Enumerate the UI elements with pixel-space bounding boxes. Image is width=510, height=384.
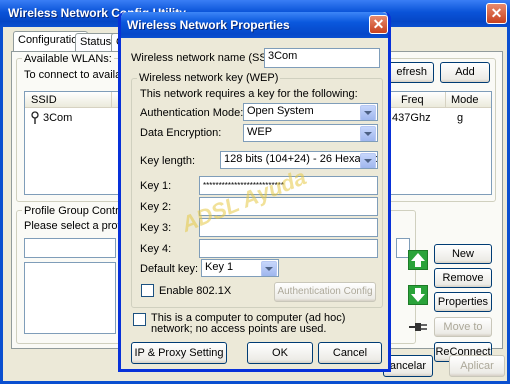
dialog-title: Wireless Network Properties: [127, 18, 290, 32]
remove-button[interactable]: Remove: [434, 268, 492, 288]
tab-status[interactable]: Status: [75, 33, 117, 51]
default-key-label: Default key:: [140, 263, 199, 275]
arrow-up-icon: [411, 253, 425, 267]
connect-button[interactable]: [408, 318, 428, 336]
key-length-value: 128 bits (104+24) - 26 Hexadecimal: [224, 153, 377, 165]
auth-mode-label: Authentication Mode:: [140, 107, 244, 119]
key2-label: Key 2:: [140, 201, 172, 213]
key1-label: Key 1:: [140, 180, 172, 192]
row-mode: g: [457, 112, 464, 124]
key4-input[interactable]: [199, 239, 378, 258]
plug-icon: [409, 323, 427, 331]
default-key-value: Key 1: [205, 261, 234, 273]
move-down-button[interactable]: [408, 285, 428, 305]
profile-group-list[interactable]: [24, 262, 116, 334]
ok-button[interactable]: OK: [247, 342, 313, 364]
dialog-cancel-button[interactable]: Cancel: [318, 342, 382, 364]
wep-note: This network requires a key for the foll…: [140, 88, 358, 100]
default-key-select[interactable]: Key 1: [201, 259, 279, 277]
chevron-down-icon: [261, 261, 277, 276]
encryption-select[interactable]: WEP: [243, 124, 378, 142]
ip-proxy-setting-button[interactable]: IP & Proxy Setting: [131, 342, 227, 364]
chevron-down-icon: [360, 105, 376, 120]
adhoc-label: This is a computer to computer (ad hoc) …: [151, 312, 346, 335]
ssid-input[interactable]: 3Com: [264, 48, 380, 68]
profile-group-select[interactable]: [24, 238, 116, 258]
antenna-icon: [31, 111, 39, 124]
key-length-label: Key length:: [140, 155, 196, 167]
row-freq: .437Ghz: [389, 112, 431, 124]
wep-group-legend: Wireless network key (WEP): [137, 72, 281, 84]
adhoc-checkbox[interactable]: [133, 313, 146, 326]
available-wlans-legend: Available WLANs:: [22, 53, 114, 65]
dialog-close-button[interactable]: ✕: [369, 15, 388, 34]
column-mode[interactable]: Mode: [451, 94, 479, 106]
ssid-label: Wireless network name (SSID):: [131, 52, 285, 64]
chevron-down-icon: [360, 126, 376, 141]
enable-8021x-label: Enable 802.1X: [159, 285, 232, 297]
auth-mode-select[interactable]: Open System: [243, 103, 378, 121]
properties-button[interactable]: Properties: [434, 292, 492, 312]
encryption-value: WEP: [247, 126, 273, 138]
column-ssid[interactable]: SSID: [31, 94, 57, 106]
move-to-button[interactable]: Move to: [434, 317, 492, 337]
main-close-button[interactable]: ✕: [486, 3, 507, 24]
key3-label: Key 3:: [140, 222, 172, 234]
column-freq[interactable]: Freq: [401, 94, 424, 106]
refresh-button[interactable]: efresh: [384, 62, 434, 83]
dialog-titlebar[interactable]: Wireless Network Properties ✕: [121, 12, 388, 38]
new-button[interactable]: New: [434, 244, 492, 264]
enable-8021x-checkbox[interactable]: [141, 284, 154, 297]
key4-label: Key 4:: [140, 243, 172, 255]
column-divider: [445, 92, 446, 108]
authentication-config-button[interactable]: Authentication Config: [274, 282, 376, 302]
apply-button[interactable]: Aplicar: [449, 355, 505, 377]
column-divider: [111, 92, 112, 108]
chevron-down-icon: [360, 153, 376, 168]
encryption-label: Data Encryption:: [140, 127, 222, 139]
arrow-down-icon: [411, 288, 425, 302]
auth-mode-value: Open System: [247, 105, 314, 117]
profile-group-legend: Profile Group Control: [22, 205, 130, 217]
move-up-button[interactable]: [408, 250, 428, 270]
row-ssid: 3Com: [43, 112, 73, 124]
add-button[interactable]: Add: [440, 62, 490, 83]
